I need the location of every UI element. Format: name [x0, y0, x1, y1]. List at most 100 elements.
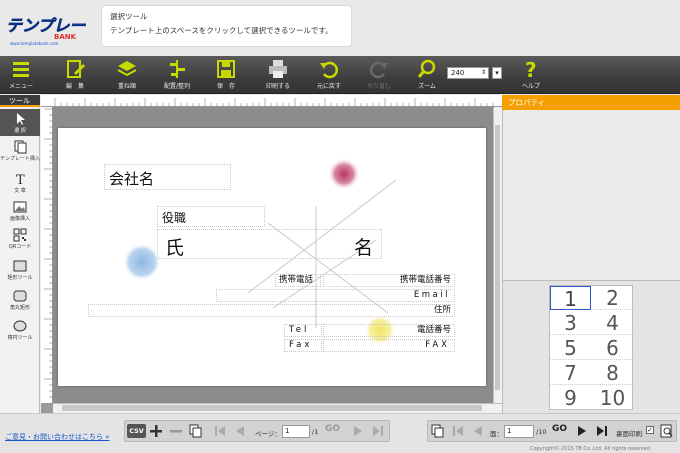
page-item-6[interactable]: 6 — [592, 336, 633, 360]
sheet-number-input[interactable]: 1 — [504, 425, 534, 438]
edit-button[interactable]: 編 集 — [60, 58, 90, 92]
page-item-9[interactable]: 9 — [550, 386, 591, 410]
select-tool[interactable]: 選 択 — [0, 109, 40, 136]
qr-code-icon — [13, 228, 27, 242]
page-item-7[interactable]: 7 — [550, 361, 591, 385]
copy-icon — [189, 424, 202, 438]
back-print-label: 裏面印刷 — [616, 430, 642, 438]
zoom-value: 240 — [451, 69, 465, 77]
next-page-button[interactable] — [350, 423, 366, 439]
tip-body: テンプレート上のスペースをクリックして選択できるツールです。 — [110, 26, 333, 35]
qr-code-tool[interactable]: QRコード — [0, 228, 40, 250]
fax-label-field[interactable]: Fax — [284, 339, 322, 352]
rectangle-tool-label: 矩形ツール — [7, 275, 33, 281]
redo-button[interactable]: やり直し — [364, 58, 394, 92]
page-total: /1 — [312, 428, 319, 436]
svg-text:?: ? — [525, 58, 537, 80]
page-item-4[interactable]: 4 — [592, 311, 633, 335]
page-number-input[interactable]: 1 — [282, 425, 310, 438]
text-icon: T — [16, 173, 25, 186]
address-field[interactable]: 住所 — [88, 304, 455, 317]
arrange-button[interactable]: 配置/整列 — [160, 58, 194, 92]
ellipse-tool-label: 楕円ツール — [7, 335, 33, 341]
image-insert-tool[interactable]: 画像挿入 — [0, 200, 40, 222]
zoom-input[interactable]: 240 ⇕ — [447, 67, 489, 79]
person-name-field[interactable]: 氏 名 — [157, 229, 382, 259]
layer-order-button[interactable]: 重ね順 — [112, 58, 142, 92]
print-preview-button[interactable] — [659, 423, 675, 439]
company-name-field[interactable]: 会社名 — [104, 164, 231, 190]
given-name-text: 名 — [353, 237, 373, 259]
prev-sheet-button[interactable] — [470, 423, 486, 439]
fax-number-field[interactable]: FAX — [323, 339, 455, 352]
help-label: ヘルプ — [521, 83, 540, 90]
first-sheet-button[interactable] — [450, 423, 466, 439]
arrange-label: 配置/整列 — [163, 83, 191, 90]
svg-text:T: T — [16, 173, 25, 186]
tip-title: 選択ツール — [110, 12, 148, 21]
magnifier-icon — [417, 59, 436, 78]
add-page-button[interactable] — [148, 423, 164, 439]
last-sheet-button[interactable] — [594, 423, 610, 439]
image-icon — [13, 201, 27, 213]
help-button[interactable]: ? ヘルプ — [518, 58, 544, 92]
print-button[interactable]: 印刷する — [262, 58, 294, 92]
page-item-2[interactable]: 2 — [592, 286, 633, 310]
zoom-button[interactable]: ズーム — [414, 58, 440, 92]
text-tool[interactable]: T 文 章 — [0, 172, 40, 194]
sheet-go-button[interactable]: GO — [552, 424, 567, 434]
email-field[interactable]: Email — [216, 289, 455, 302]
page-item-3[interactable]: 3 — [550, 311, 591, 335]
triangle-left-icon — [474, 426, 482, 436]
menu-button[interactable]: メニュー — [6, 58, 36, 92]
surname-text: 氏 — [165, 237, 185, 259]
horizontal-ruler — [41, 95, 502, 107]
zoom-dropdown-button[interactable]: ▾ — [492, 67, 502, 79]
mobile-number-field[interactable]: 携帯電話番号 — [323, 274, 455, 287]
vertical-scroll-thumb[interactable] — [495, 125, 500, 390]
print-label: 印刷する — [265, 83, 290, 90]
template-insert-tool[interactable]: テンプレート挿入 — [0, 140, 40, 162]
next-sheet-button[interactable] — [574, 423, 590, 439]
triangle-right-icon — [354, 426, 362, 436]
page-item-8[interactable]: 8 — [592, 361, 633, 385]
layer-order-label: 重ね順 — [117, 83, 136, 90]
undo-label: 元に戻す — [316, 83, 341, 90]
triangle-left-icon — [236, 426, 244, 436]
chevron-down-icon: ▾ — [495, 69, 499, 77]
prev-page-button[interactable] — [232, 423, 248, 439]
page-item-1[interactable]: 1 — [550, 286, 591, 311]
edit-icon — [67, 60, 85, 78]
job-title-field[interactable]: 役職 — [157, 206, 265, 227]
rounded-rectangle-label: 角丸矩形 — [9, 305, 30, 311]
tel-number-field[interactable]: 電話番号 — [323, 324, 455, 337]
ellipse-tool[interactable]: 楕円ツール — [0, 319, 40, 341]
copy-sheet-button[interactable] — [430, 423, 446, 439]
first-page-button[interactable] — [212, 423, 228, 439]
save-button[interactable]: 保 存 — [212, 58, 240, 92]
ruler-ticks-top — [54, 98, 494, 107]
printer-icon — [269, 60, 287, 78]
ruler-ticks-left — [44, 108, 53, 398]
duplicate-page-button[interactable] — [188, 423, 204, 439]
feedback-link[interactable]: ご意見・お問い合わせはこちら » — [5, 432, 110, 442]
app-logo[interactable]: テンプレート BANK www.templatebank.com — [4, 5, 102, 47]
csv-button[interactable]: CSV — [127, 424, 146, 438]
mobile-label-field[interactable]: 携帯電話 — [275, 274, 321, 287]
preview-icon — [660, 424, 673, 438]
last-page-button[interactable] — [370, 423, 386, 439]
page-item-10[interactable]: 10 — [592, 386, 633, 410]
back-print-checkbox[interactable]: ✓ — [646, 426, 654, 434]
tools-panel: 選 択 テンプレート挿入 T 文 章 画像挿入 QRコード 矩形ツール 角丸矩形… — [0, 108, 40, 413]
page-go-button[interactable]: GO — [325, 424, 340, 434]
remove-page-button[interactable] — [168, 423, 184, 439]
rounded-rectangle-icon — [13, 290, 27, 302]
undo-button[interactable]: 元に戻す — [314, 58, 344, 92]
rounded-rectangle-tool[interactable]: 角丸矩形 — [0, 289, 40, 311]
rectangle-tool[interactable]: 矩形ツール — [0, 259, 40, 281]
page-item-5[interactable]: 5 — [550, 336, 591, 360]
check-icon: ✓ — [647, 426, 653, 434]
properties-heading: プロパティ — [502, 95, 680, 110]
tel-label-field[interactable]: Tel — [284, 324, 322, 337]
horizontal-scroll-thumb[interactable] — [62, 405, 482, 411]
